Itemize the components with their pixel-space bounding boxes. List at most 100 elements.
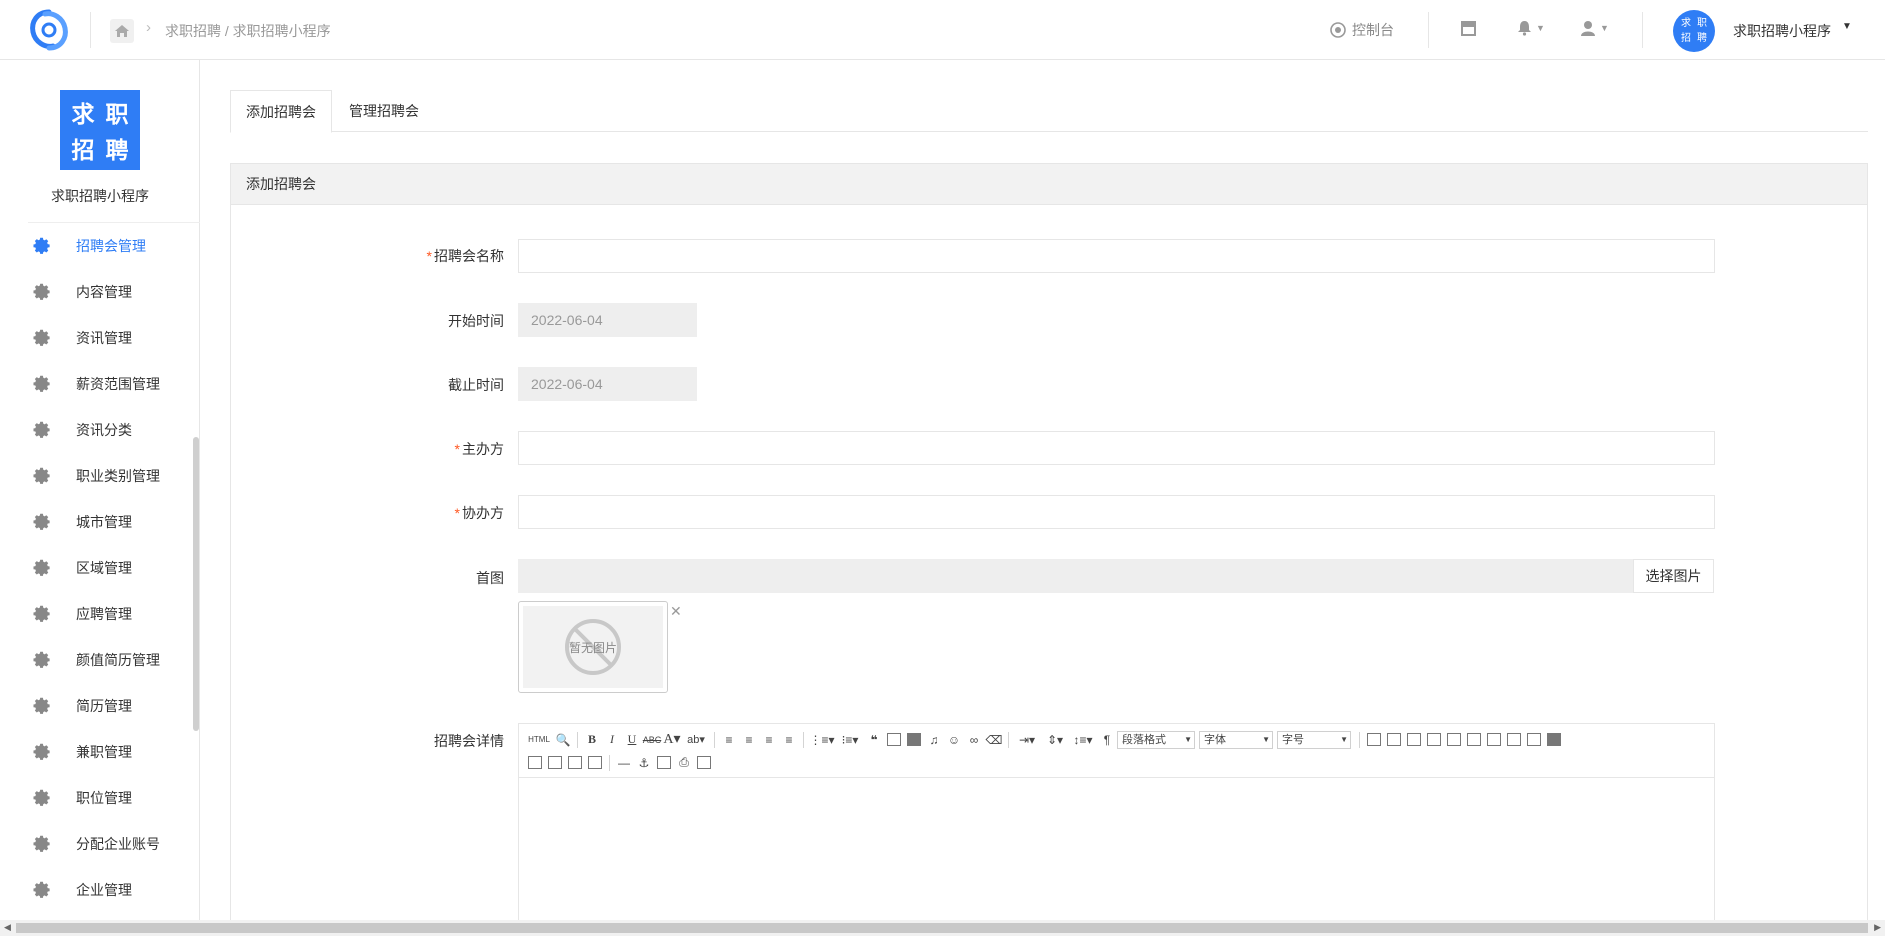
merge-right-icon[interactable] (1524, 730, 1544, 750)
merge-down-icon[interactable] (525, 753, 545, 773)
table-icon[interactable] (1364, 730, 1384, 750)
sidebar-scrollbar[interactable] (193, 437, 199, 731)
start-time-input[interactable]: 2022-06-04 (518, 303, 697, 337)
merge-cell-icon[interactable] (1504, 730, 1524, 750)
html-source-button[interactable]: HTML (525, 730, 553, 750)
anchor-icon[interactable]: ⚓ (634, 753, 654, 773)
align-right-icon[interactable]: ≡ (759, 730, 779, 750)
insert-col-icon[interactable] (1444, 730, 1464, 750)
font-color-icon[interactable]: A▾ (662, 730, 682, 750)
link-icon[interactable]: ∞ (964, 730, 984, 750)
sidebar-item[interactable]: 应聘管理 (28, 591, 200, 637)
ordered-list-icon[interactable]: ⋮≡▾ (808, 730, 836, 750)
fullscreen-icon[interactable] (1544, 730, 1564, 750)
fair-name-label: * 招聘会名称 (344, 246, 504, 266)
brand-char: 求 (71, 101, 95, 127)
console-link[interactable]: 控制台 (1330, 20, 1394, 40)
split-cell-icon[interactable] (1484, 730, 1504, 750)
font-family-value: 字体 (1204, 733, 1226, 746)
sidebar-item[interactable]: 城市管理 (28, 499, 200, 545)
close-icon[interactable]: ✕ (670, 603, 682, 620)
user-name[interactable]: 求职招聘小程序 (1733, 21, 1831, 41)
select-image-button[interactable]: 选择图片 (1633, 559, 1714, 593)
strikethrough-icon[interactable]: ABC (642, 730, 662, 750)
direction-icon[interactable]: ¶ (1097, 730, 1117, 750)
sidebar-item[interactable]: 资讯分类 (28, 407, 200, 453)
cover-image-label: 首图 (476, 570, 504, 586)
divider (1359, 731, 1360, 748)
editor-content-area[interactable] (519, 778, 1714, 932)
bold-icon[interactable]: B (582, 730, 602, 750)
divider (90, 12, 91, 48)
video-icon[interactable] (904, 730, 924, 750)
italic-icon[interactable]: I (602, 730, 622, 750)
paste-icon[interactable] (694, 753, 714, 773)
delete-table-icon[interactable] (585, 753, 605, 773)
sidebar-item[interactable]: 职位管理 (28, 775, 200, 821)
gear-icon (33, 237, 50, 254)
horizontal-scrollbar[interactable]: ◀ ▶ (0, 920, 1885, 936)
insert-row-icon[interactable] (1424, 730, 1444, 750)
tab-add-fair[interactable]: 添加招聘会 (230, 90, 332, 133)
sidebar-item[interactable]: 内容管理 (28, 269, 200, 315)
co-organizer-label: * 协办方 (344, 503, 504, 523)
unordered-list-icon[interactable]: ⁝≡▾ (836, 730, 864, 750)
emoji-icon[interactable]: ☺ (944, 730, 964, 750)
sidebar-item[interactable]: 兼职管理 (28, 729, 200, 775)
app-logo-icon[interactable] (27, 8, 71, 52)
template-icon[interactable] (654, 753, 674, 773)
sidebar-item[interactable]: 企业管理 (28, 867, 200, 913)
font-size-select[interactable]: 字号 ▼ (1277, 730, 1351, 749)
avatar-char: 招 (1681, 33, 1691, 44)
scroll-left-icon[interactable]: ◀ (4, 922, 11, 933)
image-icon[interactable] (884, 730, 904, 750)
font-family-select[interactable]: 字体 ▼ (1199, 730, 1273, 749)
music-icon[interactable]: ♫ (924, 730, 944, 750)
home-icon[interactable] (110, 19, 134, 43)
fair-name-input[interactable] (518, 239, 1715, 273)
horizontal-rule-icon[interactable]: — (614, 753, 634, 773)
sidebar-item[interactable]: 招聘会管理 (28, 223, 200, 269)
co-organizer-input[interactable] (518, 495, 1715, 529)
host-input[interactable] (518, 431, 1715, 465)
breadcrumb[interactable]: 求职招聘 / 求职招聘小程序 (165, 21, 331, 41)
highlight-icon[interactable]: ab▾ (682, 730, 710, 750)
sidebar-item[interactable]: 分配企业账号 (28, 821, 200, 867)
table-props-icon[interactable] (1384, 730, 1404, 750)
sidebar-item[interactable]: 简历管理 (28, 683, 200, 729)
paragraph-format-select[interactable]: 段落格式 ▼ (1117, 730, 1195, 749)
scroll-right-icon[interactable]: ▶ (1874, 922, 1881, 933)
store-button[interactable] (1460, 20, 1477, 36)
align-center-icon[interactable]: ≡ (739, 730, 759, 750)
user-menu-button[interactable]: ▼ (1580, 20, 1609, 36)
cover-image-path-input[interactable] (518, 559, 1635, 593)
line-height-icon[interactable]: ↕≡▾ (1069, 730, 1097, 750)
blockquote-icon[interactable]: ❝ (864, 730, 884, 750)
align-left-icon[interactable]: ≡ (719, 730, 739, 750)
align-justify-icon[interactable]: ≡ (779, 730, 799, 750)
scrollbar-thumb[interactable] (16, 923, 1868, 933)
caret-down-icon[interactable]: ▼ (1842, 21, 1852, 32)
avatar[interactable]: 求 职 招 聘 (1673, 10, 1715, 52)
sidebar-item[interactable]: 资讯管理 (28, 315, 200, 361)
split-cols-icon[interactable] (565, 753, 585, 773)
delete-col-icon[interactable] (1464, 730, 1484, 750)
gear-icon (33, 421, 50, 438)
preview-icon[interactable]: 🔍 (553, 730, 573, 750)
split-rows-icon[interactable] (545, 753, 565, 773)
eraser-icon[interactable]: ⌫ (984, 730, 1004, 750)
notification-button[interactable]: ▼ (1517, 20, 1545, 36)
print-icon[interactable]: ⎙ (674, 753, 694, 773)
indent-icon[interactable]: ⇥▾ (1013, 730, 1041, 750)
sidebar-item[interactable]: 区域管理 (28, 545, 200, 591)
end-time-input[interactable]: 2022-06-04 (518, 367, 697, 401)
tab-bar: 添加招聘会 管理招聘会 (230, 90, 1868, 133)
paragraph-spacing-icon[interactable]: ⇕▾ (1041, 730, 1069, 750)
insert-caption-icon[interactable] (1404, 730, 1424, 750)
underline-icon[interactable]: U (622, 730, 642, 750)
sidebar-item[interactable]: 职业类别管理 (28, 453, 200, 499)
tab-manage-fair[interactable]: 管理招聘会 (334, 90, 434, 132)
avatar-char: 职 (1697, 18, 1707, 29)
sidebar-item[interactable]: 薪资范围管理 (28, 361, 200, 407)
sidebar-item[interactable]: 颜值简历管理 (28, 637, 200, 683)
